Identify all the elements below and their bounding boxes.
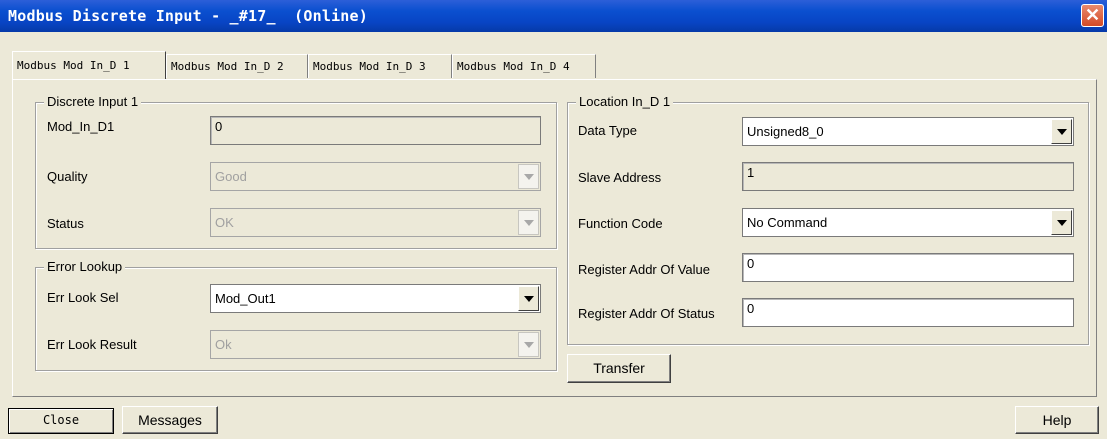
chevron-down-icon[interactable] — [1051, 119, 1072, 144]
data-type-value: Unsigned8_0 — [747, 124, 824, 139]
data-type-label: Data Type — [578, 123, 638, 138]
title-bar[interactable]: Modbus Discrete Input - _#17_ (Online) ✕ — [0, 0, 1107, 32]
register-addr-status-input[interactable]: 0 — [742, 298, 1074, 327]
register-addr-status-label: Register Addr Of Status — [578, 306, 715, 321]
data-type-select[interactable]: Unsigned8_0 — [742, 117, 1074, 146]
messages-button[interactable]: Messages — [122, 406, 218, 434]
register-addr-value-input[interactable]: 0 — [742, 253, 1074, 282]
chevron-down-icon — [518, 164, 539, 189]
modbus-dialog: Modbus Discrete Input - _#17_ (Online) ✕… — [0, 0, 1107, 439]
close-icon: ✕ — [1084, 5, 1101, 25]
close-window-button[interactable]: ✕ — [1081, 4, 1104, 27]
err-look-result-value: Ok — [215, 337, 232, 352]
transfer-button[interactable]: Transfer — [567, 354, 671, 383]
slave-address-field: 1 — [742, 162, 1074, 191]
close-button[interactable]: Close — [8, 408, 114, 434]
status-select: OK — [210, 208, 541, 237]
register-addr-value-label: Register Addr Of Value — [578, 262, 710, 277]
chevron-down-icon — [518, 210, 539, 235]
tab-mod-in-d-4[interactable]: Modbus Mod In_D 4 — [452, 54, 596, 78]
quality-value: Good — [215, 169, 247, 184]
slave-address-label: Slave Address — [578, 170, 662, 185]
chevron-down-icon — [518, 332, 539, 357]
help-button[interactable]: Help — [1015, 406, 1099, 434]
quality-select: Good — [210, 162, 541, 191]
err-look-result-select: Ok — [210, 330, 541, 359]
err-look-sel-label: Err Look Sel — [47, 290, 119, 305]
function-code-label: Function Code — [578, 216, 663, 231]
err-look-result-label: Err Look Result — [47, 337, 137, 352]
err-look-sel-select[interactable]: Mod_Out1 — [210, 284, 541, 313]
function-code-select[interactable]: No Command — [742, 208, 1074, 237]
window-title: Modbus Discrete Input - _#17_ (Online) — [8, 7, 368, 25]
location-group-title: Location In_D 1 — [576, 94, 674, 110]
mod-in-d1-label: Mod_In_D1 — [47, 119, 115, 134]
err-look-sel-value: Mod_Out1 — [215, 291, 276, 306]
error-lookup-group-title: Error Lookup — [44, 259, 126, 275]
function-code-value: No Command — [747, 215, 828, 230]
chevron-down-icon[interactable] — [1051, 210, 1072, 235]
tab-mod-in-d-1[interactable]: Modbus Mod In_D 1 — [12, 51, 166, 79]
tab-mod-in-d-2[interactable]: Modbus Mod In_D 2 — [166, 54, 308, 78]
discrete-input-group-title: Discrete Input 1 — [44, 94, 142, 110]
status-label: Status — [47, 216, 84, 231]
tab-mod-in-d-3[interactable]: Modbus Mod In_D 3 — [308, 54, 452, 78]
status-value: OK — [215, 215, 234, 230]
mod-in-d1-field: 0 — [210, 116, 541, 145]
chevron-down-icon[interactable] — [518, 286, 539, 311]
quality-label: Quality — [47, 169, 88, 184]
